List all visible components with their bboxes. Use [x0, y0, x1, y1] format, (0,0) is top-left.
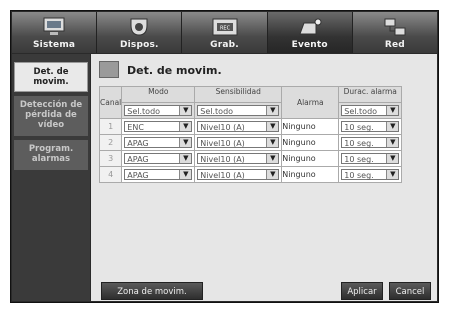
modo-select-all[interactable]: Sel.todo ▼ [124, 105, 193, 116]
alarma-cell[interactable]: Ninguno [281, 134, 340, 151]
tab-sistema-label: Sistema [33, 40, 76, 50]
motion-table: Canal Modo Sensibilidad Alarma Durac. al… [98, 86, 403, 183]
tab-grab[interactable]: REC Grab. [182, 12, 268, 53]
chevron-down-icon: ▼ [266, 138, 279, 147]
tab-grab-label: Grab. [210, 40, 239, 50]
modo-select[interactable]: APAG ▼ [124, 169, 193, 180]
table-row: 2 APAG ▼ Nivel10 (A) ▼ Ninguno 10 seg. ▼ [98, 134, 403, 151]
sidebar-item-perdida-video[interactable]: Detección de pérdida de vídeo [14, 96, 88, 136]
page-title: Det. de movim. [127, 64, 222, 77]
header-alarma: Alarma [281, 86, 340, 119]
event-camera-icon [298, 18, 322, 35]
sensibilidad-select[interactable]: Nivel10 (A) ▼ [197, 169, 280, 180]
chevron-down-icon: ▼ [266, 122, 279, 131]
chevron-down-icon: ▼ [179, 106, 192, 115]
tab-red-label: Red [384, 40, 405, 50]
tab-sistema[interactable]: Sistema [12, 12, 98, 53]
network-icon [384, 18, 406, 36]
tab-evento[interactable]: Evento [267, 12, 353, 53]
chevron-down-icon: ▼ [266, 170, 279, 179]
durac-select[interactable]: 10 seg. ▼ [341, 121, 400, 132]
chevron-down-icon: ▼ [386, 106, 399, 115]
tab-dispos-label: Dispos. [119, 40, 159, 50]
sidebar-item-label: Program. alarmas [28, 144, 74, 164]
header-modo: Modo [121, 86, 196, 103]
sensibilidad-select-all[interactable]: Sel.todo ▼ [197, 105, 280, 116]
tab-evento-label: Evento [291, 40, 328, 50]
table-header-row: Canal Modo Sensibilidad Alarma Durac. al… [98, 86, 403, 119]
durac-select[interactable]: 10 seg. ▼ [341, 169, 400, 180]
sensibilidad-select[interactable]: Nivel10 (A) ▼ [197, 137, 280, 148]
modo-select[interactable]: ENC ▼ [124, 121, 193, 132]
alarma-cell[interactable]: Ninguno [281, 118, 340, 135]
aplicar-button[interactable]: Aplicar [341, 282, 383, 300]
alarma-cell[interactable]: Ninguno [281, 166, 340, 183]
sensibilidad-select[interactable]: Nivel10 (A) ▼ [197, 153, 280, 164]
camera-icon [130, 18, 148, 36]
chevron-down-icon: ▼ [266, 154, 279, 163]
chevron-down-icon: ▼ [179, 170, 192, 179]
sidebar-item-det-movim[interactable]: Det. de movim. [14, 62, 88, 92]
chevron-down-icon: ▼ [179, 138, 192, 147]
table-row: 3 APAG ▼ Nivel10 (A) ▼ Ninguno 10 seg. ▼ [98, 150, 403, 167]
chevron-down-icon: ▼ [386, 154, 399, 163]
select-all-row: Sel.todo ▼ Sel.todo ▼ Sel.todo ▼ [100, 102, 403, 119]
table-row: 1 ENC ▼ Nivel10 (A) ▼ Ninguno 10 seg. ▼ [98, 118, 403, 135]
cancel-button[interactable]: Cancel [389, 282, 431, 300]
sensibilidad-select[interactable]: Nivel10 (A) ▼ [197, 121, 280, 132]
durac-select-all[interactable]: Sel.todo ▼ [341, 105, 400, 116]
canal-cell: 3 [98, 150, 123, 167]
sidebar-item-label: Detección de pérdida de vídeo [19, 100, 83, 130]
svg-text:REC: REC [219, 26, 230, 32]
durac-select[interactable]: 10 seg. ▼ [341, 137, 400, 148]
header-sensibilidad: Sensibilidad [194, 86, 283, 103]
canal-cell: 4 [98, 166, 123, 183]
motion-detect-icon [99, 61, 119, 78]
table-row: 4 APAG ▼ Nivel10 (A) ▼ Ninguno 10 seg. ▼ [98, 166, 403, 183]
sidebar-item-label: Det. de movim. [33, 67, 69, 87]
chevron-down-icon: ▼ [179, 154, 192, 163]
chevron-down-icon: ▼ [386, 170, 399, 179]
top-tab-bar: Sistema Dispos. REC Grab. Evento Red [12, 12, 438, 53]
zona-de-movim-button[interactable]: Zona de movim. [101, 282, 203, 300]
canal-cell: 2 [98, 134, 123, 151]
content-panel: Det. de movim. Canal Modo Sensibilidad A… [91, 54, 437, 301]
chevron-down-icon: ▼ [266, 106, 279, 115]
alarma-cell[interactable]: Ninguno [281, 150, 340, 167]
modo-select[interactable]: APAG ▼ [124, 137, 193, 148]
chevron-down-icon: ▼ [179, 122, 192, 131]
chevron-down-icon: ▼ [386, 138, 399, 147]
canal-cell: 1 [98, 118, 123, 135]
modo-select[interactable]: APAG ▼ [124, 153, 193, 164]
dvr-window: Sistema Dispos. REC Grab. Evento Red Det… [10, 10, 439, 303]
durac-select[interactable]: 10 seg. ▼ [341, 153, 400, 164]
rec-icon: REC [212, 18, 237, 36]
tab-dispos[interactable]: Dispos. [97, 12, 183, 53]
monitor-icon [43, 17, 65, 35]
sidebar-item-program-alarmas[interactable]: Program. alarmas [14, 140, 88, 170]
tab-red[interactable]: Red [352, 12, 438, 53]
sidebar: Det. de movim. Detección de pérdida de v… [12, 54, 90, 301]
chevron-down-icon: ▼ [386, 122, 399, 131]
header-canal: Canal [98, 86, 123, 119]
header-durac: Durac. alarma [338, 86, 403, 103]
